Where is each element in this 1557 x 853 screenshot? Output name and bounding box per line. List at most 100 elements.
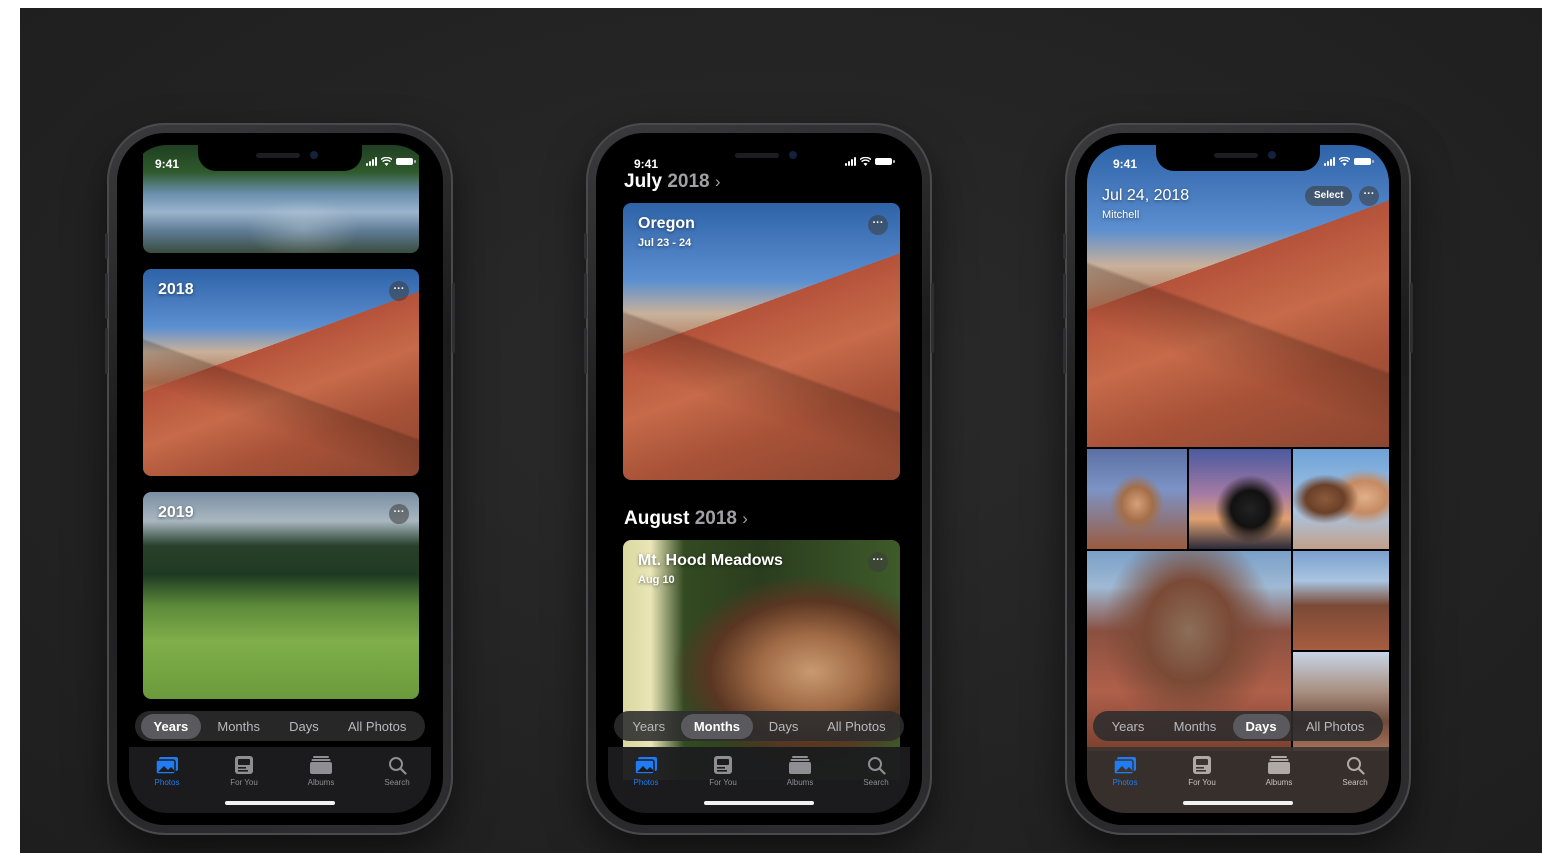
tab-bar: Photos For You Albums Search <box>608 747 910 813</box>
segment-all-photos[interactable]: All Photos <box>335 714 420 739</box>
search-icon <box>1346 756 1365 775</box>
grid-photo[interactable] <box>1293 551 1389 650</box>
status-time: 9:41 <box>155 157 180 171</box>
segment-months[interactable]: Months <box>680 713 754 739</box>
segment-all-photos[interactable]: All Photos <box>1293 714 1378 739</box>
tab-label: For You <box>230 778 258 787</box>
battery-icon <box>396 158 416 165</box>
cellular-signal-icon <box>366 157 377 166</box>
segment-months[interactable]: Months <box>1161 714 1230 739</box>
photos-icon <box>1114 756 1136 774</box>
tab-bar: Photos For You Albums Search <box>129 747 431 813</box>
chevron-right-icon: › <box>742 509 748 528</box>
tab-albums[interactable]: Albums <box>291 755 351 787</box>
photos-icon <box>635 756 657 774</box>
month-name: August <box>624 508 690 529</box>
status-time: 9:41 <box>1113 157 1138 171</box>
tab-label: Search <box>1342 778 1368 787</box>
status-bar: 9:41 <box>608 145 910 175</box>
month-card-oregon[interactable]: Oregon Jul 23 - 24 ··· <box>623 203 900 480</box>
screen: 9:41 Jul 24, 2018 Mitchell Select ··· Ye… <box>1087 145 1389 813</box>
more-button[interactable]: ··· <box>1359 186 1379 206</box>
segment-days[interactable]: Days <box>276 714 332 739</box>
screen: 9:41 2018 ··· 2019 ··· Years Months Days <box>129 145 431 813</box>
tab-label: Search <box>863 778 889 787</box>
for-you-icon <box>235 756 253 774</box>
select-button[interactable]: Select <box>1305 186 1353 206</box>
battery-icon <box>875 158 895 165</box>
home-indicator[interactable] <box>1183 801 1293 805</box>
for-you-icon <box>714 756 732 774</box>
tab-label: For You <box>1188 778 1216 787</box>
segment-days[interactable]: Days <box>756 714 812 739</box>
wifi-icon <box>381 157 392 166</box>
month-header-august[interactable]: August 2018 › <box>624 508 748 530</box>
tab-search[interactable]: Search <box>1325 755 1385 787</box>
tab-search[interactable]: Search <box>367 755 427 787</box>
segment-days[interactable]: Days <box>1232 713 1290 739</box>
home-indicator[interactable] <box>704 801 814 805</box>
albums-icon <box>1268 756 1290 774</box>
for-you-icon <box>1193 756 1211 774</box>
tab-albums[interactable]: Albums <box>770 755 830 787</box>
albums-icon <box>789 756 811 774</box>
wifi-icon <box>860 157 871 166</box>
tab-label: Photos <box>1112 778 1138 787</box>
year-card-title: 2019 <box>158 504 194 521</box>
month-year: 2018 <box>694 508 737 529</box>
month-card-mt-hood-meadows[interactable]: Mt. Hood Meadows Aug 10 ··· <box>623 540 900 780</box>
cellular-signal-icon <box>845 157 856 166</box>
day-location: Mitchell <box>1102 209 1140 221</box>
tab-for-you[interactable]: For You <box>1172 755 1232 787</box>
tab-for-you[interactable]: For You <box>214 755 274 787</box>
status-time: 9:41 <box>634 157 659 171</box>
cellular-signal-icon <box>1324 157 1335 166</box>
year-card-2019[interactable]: 2019 ··· <box>143 492 419 699</box>
segment-all-photos[interactable]: All Photos <box>814 714 899 739</box>
tab-label: Photos <box>154 778 180 787</box>
more-button[interactable]: ··· <box>389 281 409 301</box>
more-button[interactable]: ··· <box>868 215 888 235</box>
tab-albums[interactable]: Albums <box>1249 755 1309 787</box>
search-icon <box>388 756 407 775</box>
home-indicator[interactable] <box>225 801 335 805</box>
status-bar: 9:41 <box>1087 145 1389 175</box>
tab-photos[interactable]: Photos <box>616 755 676 787</box>
search-icon <box>867 756 886 775</box>
tab-photos[interactable]: Photos <box>1095 755 1155 787</box>
library-view-segmented-control: Years Months Days All Photos <box>135 711 425 741</box>
more-button[interactable]: ··· <box>868 552 888 572</box>
day-date-title: Jul 24, 2018 <box>1102 187 1190 204</box>
tab-photos[interactable]: Photos <box>137 755 197 787</box>
year-card-title: 2018 <box>158 281 194 298</box>
screen: 9:41 July 2018 › Oregon Jul 23 - 24 ··· … <box>608 145 910 813</box>
library-view-segmented-control: Years Months Days All Photos <box>614 711 904 741</box>
tab-search[interactable]: Search <box>846 755 906 787</box>
tab-bar: Photos For You Albums Search <box>1087 747 1389 813</box>
tab-label: For You <box>709 778 737 787</box>
battery-icon <box>1354 158 1374 165</box>
tab-label: Albums <box>786 778 814 787</box>
segment-months[interactable]: Months <box>204 714 273 739</box>
grid-photo[interactable] <box>1293 449 1389 549</box>
card-title: Mt. Hood Meadows <box>638 552 783 569</box>
card-date-range: Jul 23 - 24 <box>638 237 692 249</box>
more-button[interactable]: ··· <box>389 504 409 524</box>
tab-label: Albums <box>1265 778 1293 787</box>
grid-photo[interactable] <box>1087 449 1187 549</box>
tab-label: Albums <box>307 778 335 787</box>
tab-label: Search <box>384 778 410 787</box>
card-date-range: Aug 10 <box>638 574 675 586</box>
phone-days: 9:41 Jul 24, 2018 Mitchell Select ··· Ye… <box>1063 123 1413 835</box>
grid-photo[interactable] <box>1189 449 1291 549</box>
wifi-icon <box>1339 157 1350 166</box>
segment-years[interactable]: Years <box>140 713 202 739</box>
segment-years[interactable]: Years <box>619 714 678 739</box>
status-bar: 9:41 <box>129 145 431 175</box>
segment-years[interactable]: Years <box>1099 714 1158 739</box>
tab-for-you[interactable]: For You <box>693 755 753 787</box>
photos-icon <box>156 756 178 774</box>
presentation-background: 9:41 2018 ··· 2019 ··· Years Months Days <box>20 8 1542 853</box>
year-card-2018[interactable]: 2018 ··· <box>143 269 419 476</box>
phone-years: 9:41 2018 ··· 2019 ··· Years Months Days <box>105 123 455 835</box>
